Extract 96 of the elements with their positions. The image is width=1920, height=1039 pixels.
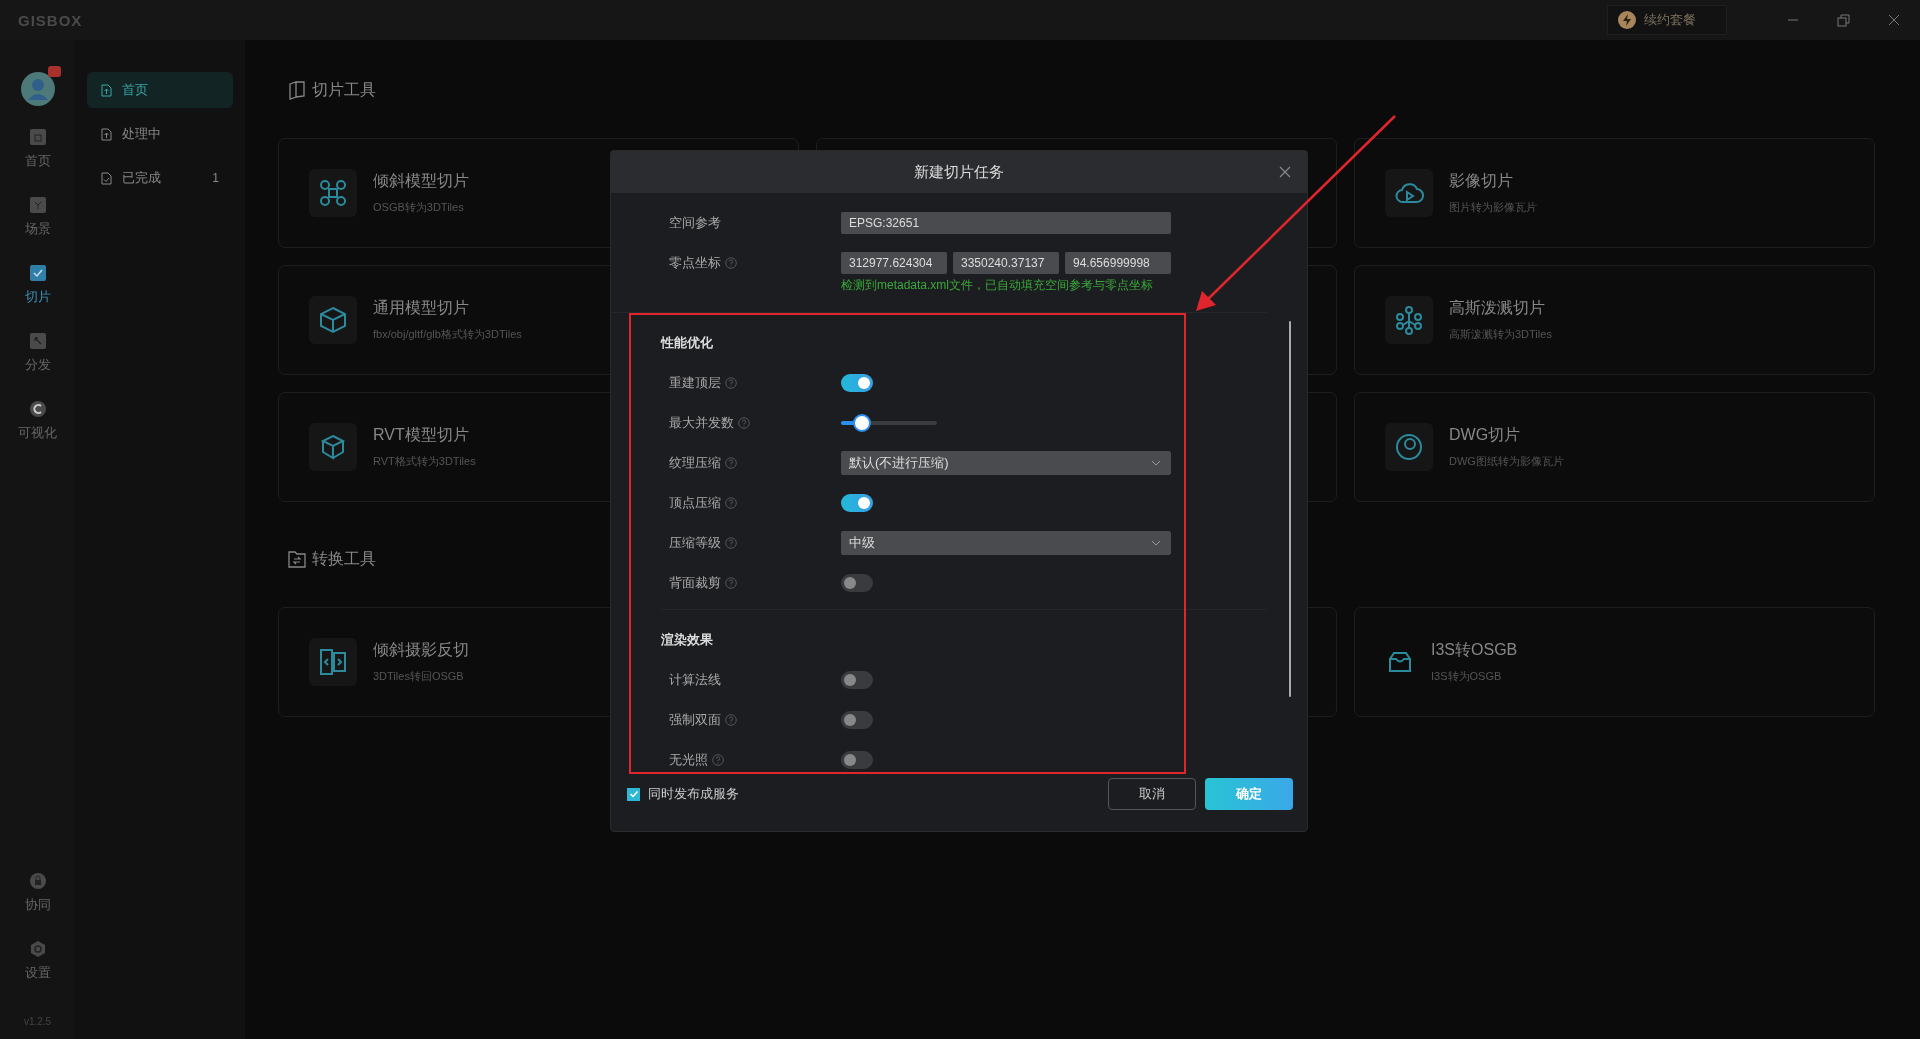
checkbox-label: 同时发布成服务 bbox=[648, 785, 739, 803]
help-icon[interactable] bbox=[725, 457, 737, 469]
tool-card[interactable]: I3S转OSGB I3S转为OSGB bbox=[1354, 607, 1875, 717]
help-icon[interactable] bbox=[725, 497, 737, 509]
settings-icon bbox=[28, 940, 47, 958]
tool-card[interactable]: DWG切片 DWG图纸转为影像瓦片 bbox=[1354, 392, 1875, 502]
help-icon[interactable] bbox=[725, 714, 737, 726]
folder-icon bbox=[288, 549, 306, 569]
dropdown[interactable]: 默认(不进行压缩) bbox=[841, 451, 1171, 475]
rail-item[interactable]: 场景 bbox=[24, 196, 51, 244]
toggle-switch[interactable] bbox=[841, 671, 873, 689]
document-icon bbox=[101, 127, 112, 141]
card-subtitle: 图片转为影像瓦片 bbox=[1449, 200, 1537, 215]
dropdown[interactable]: 中级 bbox=[841, 531, 1171, 555]
field-label: 计算法线 bbox=[669, 671, 721, 689]
field-label: 最大并发数 bbox=[669, 414, 734, 432]
toggle-switch[interactable] bbox=[841, 374, 873, 392]
notification-badge bbox=[47, 66, 61, 77]
nav-item[interactable]: 已完成 1 bbox=[87, 160, 233, 196]
chevron-down-icon bbox=[1151, 460, 1161, 466]
field-label: 压缩等级 bbox=[669, 534, 721, 552]
card-subtitle: fbx/obj/gltf/glb格式转为3DTiles bbox=[373, 327, 522, 342]
slider-thumb[interactable] bbox=[853, 414, 872, 432]
hint-text: 检测到metadata.xml文件，已自动填充空间参考与零点坐标 bbox=[840, 277, 1155, 294]
help-icon[interactable] bbox=[712, 754, 724, 766]
help-icon[interactable] bbox=[725, 257, 737, 269]
nav-item[interactable]: 处理中 bbox=[87, 116, 233, 152]
lightning-icon bbox=[1618, 11, 1636, 29]
card-title: 影像切片 bbox=[1449, 171, 1514, 191]
card-subtitle: 高斯泼溅转为3DTiles bbox=[1449, 327, 1552, 342]
card-subtitle: RVT格式转为3DTiles bbox=[373, 454, 476, 469]
rail-item[interactable]: 设置 bbox=[24, 940, 51, 988]
toggle-switch[interactable] bbox=[841, 574, 873, 592]
section-title: 切片工具 bbox=[312, 79, 376, 100]
coordinate-field[interactable]: 3350240.37137 bbox=[953, 252, 1059, 274]
card-title: 倾斜模型切片 bbox=[373, 171, 469, 191]
drone-icon bbox=[318, 178, 348, 208]
toggle-switch[interactable] bbox=[841, 711, 873, 729]
restore-icon[interactable] bbox=[1837, 13, 1850, 27]
help-icon[interactable] bbox=[725, 577, 737, 589]
close-icon[interactable] bbox=[1279, 166, 1291, 178]
avatar[interactable] bbox=[20, 72, 55, 106]
coordinate-field[interactable]: 312977.624304 bbox=[841, 252, 947, 274]
field-label: 纹理压缩 bbox=[669, 454, 721, 472]
rail-item[interactable]: 协同 bbox=[24, 872, 51, 920]
rail-item[interactable]: 切片 bbox=[24, 264, 51, 312]
rail-item[interactable]: 分发 bbox=[24, 332, 51, 380]
nav-item[interactable]: 首页 bbox=[87, 72, 233, 108]
book-icon bbox=[288, 80, 306, 100]
field-label: 空间参考 bbox=[669, 214, 722, 232]
scrollbar[interactable] bbox=[1289, 321, 1291, 697]
card-subtitle: DWG图纸转为影像瓦片 bbox=[1449, 454, 1564, 469]
count-label: 1 bbox=[212, 171, 219, 185]
toggle-switch[interactable] bbox=[841, 494, 873, 512]
checkbox[interactable] bbox=[627, 787, 640, 801]
renew-button[interactable]: 续约套餐 bbox=[1607, 5, 1727, 35]
coordinate-field[interactable]: 94.656999998 bbox=[1065, 252, 1171, 274]
split-panel-icon bbox=[318, 647, 348, 677]
card-title: 通用模型切片 bbox=[373, 298, 470, 318]
home-icon bbox=[28, 128, 47, 146]
lock-icon bbox=[28, 872, 47, 890]
spatial-reference-field[interactable]: EPSG:32651 bbox=[841, 212, 1171, 234]
chevron-down-icon bbox=[1151, 540, 1161, 546]
card-title: RVT模型切片 bbox=[373, 425, 470, 445]
field-label: 重建顶层 bbox=[669, 374, 721, 392]
field-label: 无光照 bbox=[669, 751, 708, 769]
cube-icon bbox=[28, 196, 47, 214]
help-icon[interactable] bbox=[725, 537, 737, 549]
document-check-icon bbox=[28, 264, 47, 282]
close-icon[interactable] bbox=[1888, 14, 1900, 26]
card-title: 倾斜摄影反切 bbox=[373, 640, 469, 660]
help-icon[interactable] bbox=[725, 377, 737, 389]
dialog-title: 新建切片任务 bbox=[914, 162, 1004, 182]
card-subtitle: OSGB转为3DTiles bbox=[373, 200, 465, 215]
section-title: 渲染效果 bbox=[661, 631, 714, 649]
card-title: I3S转OSGB bbox=[1431, 640, 1518, 660]
card-title: 高斯泼溅切片 bbox=[1449, 298, 1546, 318]
cancel-button[interactable]: 取消 bbox=[1108, 778, 1196, 810]
card-subtitle: I3S转为OSGB bbox=[1431, 669, 1503, 684]
tool-card[interactable]: 影像切片 图片转为影像瓦片 bbox=[1354, 138, 1875, 248]
rail-item[interactable]: 可视化 bbox=[18, 400, 57, 448]
section-title: 性能优化 bbox=[661, 334, 714, 352]
document-icon bbox=[101, 171, 112, 185]
document-icon bbox=[101, 83, 112, 97]
circle-icon bbox=[1394, 432, 1424, 462]
help-icon[interactable] bbox=[738, 417, 750, 429]
field-label: 背面裁剪 bbox=[669, 574, 721, 592]
tool-card[interactable]: 高斯泼溅切片 高斯泼溅转为3DTiles bbox=[1354, 265, 1875, 375]
section-title: 转换工具 bbox=[312, 548, 376, 569]
logo-c-icon bbox=[28, 400, 47, 418]
network-icon bbox=[1394, 305, 1424, 335]
toggle-switch[interactable] bbox=[841, 751, 873, 769]
rail-item[interactable]: 首页 bbox=[24, 128, 51, 176]
card-subtitle: 3DTiles转回OSGB bbox=[373, 669, 465, 684]
box-icon bbox=[318, 305, 348, 335]
card-title: DWG切片 bbox=[1449, 425, 1522, 445]
